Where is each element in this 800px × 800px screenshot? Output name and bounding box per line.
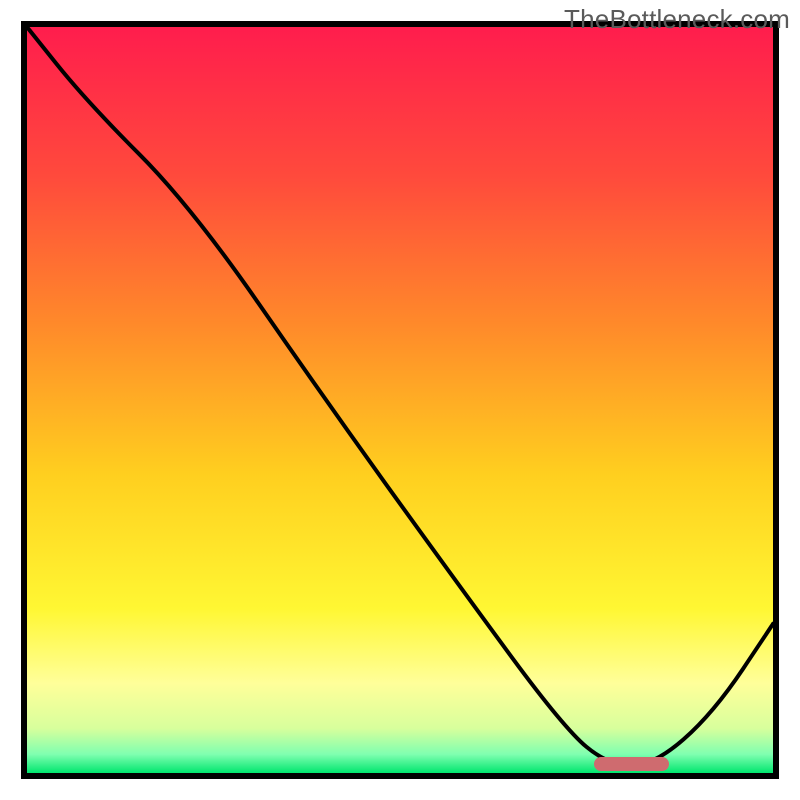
- plot-box: [21, 21, 779, 779]
- chart-frame: TheBottleneck.com: [0, 0, 800, 800]
- watermark-text: TheBottleneck.com: [564, 4, 790, 35]
- bottleneck-curve: [27, 27, 773, 773]
- optimal-range-marker: [594, 757, 669, 771]
